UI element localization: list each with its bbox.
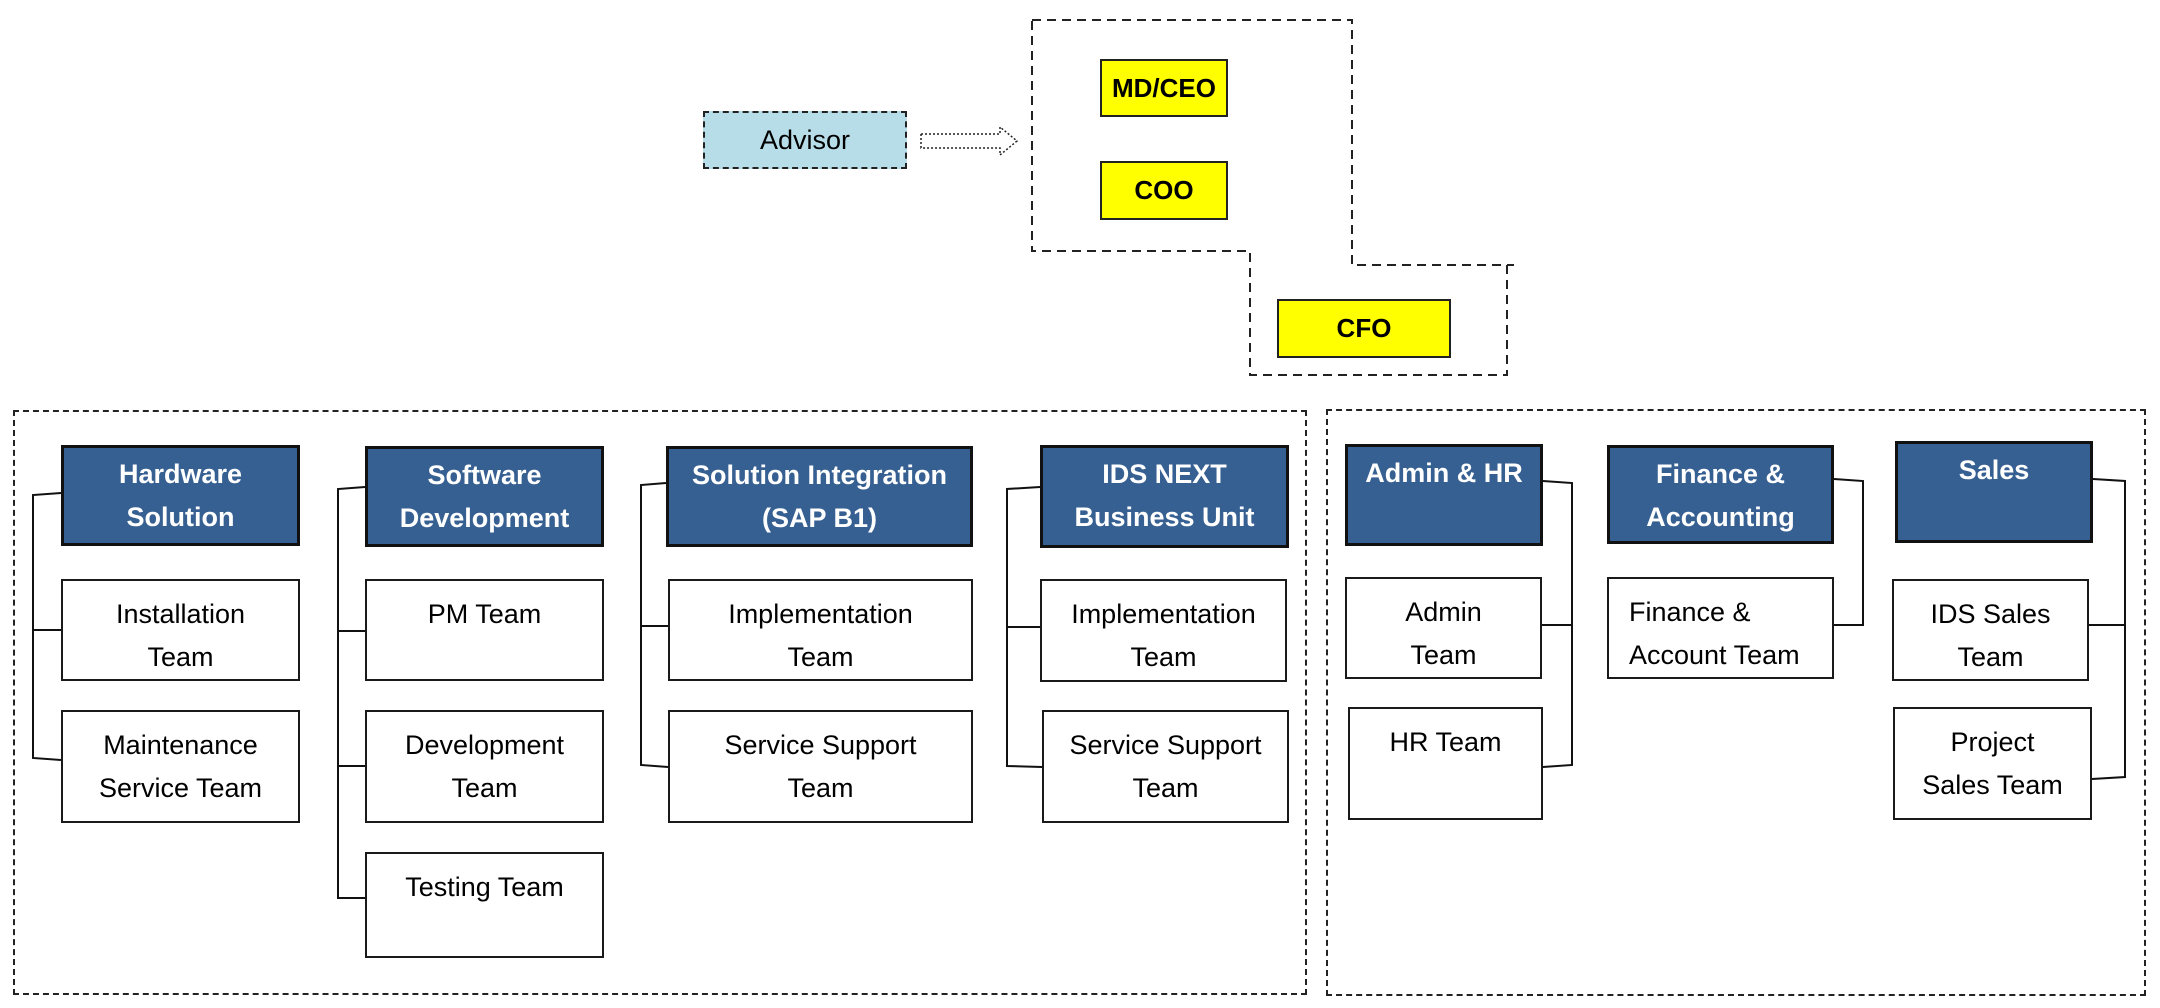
team-project-sales[interactable]: Project Sales Team — [1893, 707, 2092, 820]
team-label: Project Sales Team — [1922, 727, 2063, 800]
team-label: Service Support Team — [1069, 730, 1262, 803]
team-ids-service-support[interactable]: Service Support Team — [1042, 710, 1289, 823]
team-maintenance-service[interactable]: Maintenance Service Team — [61, 710, 300, 823]
team-installation[interactable]: Installation Team — [61, 579, 300, 681]
team-label: HR Team — [1389, 727, 1502, 757]
advisor-box[interactable]: Advisor — [703, 111, 907, 169]
team-sap-service-support[interactable]: Service Support Team — [668, 710, 973, 823]
dept-header-label: Solution Integration (SAP B1) — [692, 460, 947, 533]
team-admin[interactable]: Admin Team — [1345, 577, 1542, 679]
cfo-box[interactable]: CFO — [1277, 299, 1451, 358]
coo-label: COO — [1134, 175, 1194, 205]
team-label: Testing Team — [405, 872, 564, 902]
team-label: Development Team — [404, 730, 565, 803]
advisor-label: Advisor — [759, 124, 851, 155]
team-label: Finance & Account Team — [1629, 597, 1800, 670]
dept-header-admin-hr[interactable]: Admin & HR — [1345, 444, 1543, 546]
team-label: Service Support Team — [724, 730, 917, 803]
team-label: Installation Team — [115, 599, 246, 672]
md-ceo-box[interactable]: MD/CEO — [1100, 59, 1228, 117]
dept-header-label: Finance & Accounting — [1646, 459, 1795, 532]
team-hr[interactable]: HR Team — [1348, 707, 1543, 820]
team-ids-implementation[interactable]: Implementation Team — [1040, 579, 1287, 682]
dept-header-label: IDS NEXT Business Unit — [1074, 459, 1255, 532]
team-testing[interactable]: Testing Team — [365, 852, 604, 958]
team-label: PM Team — [427, 599, 542, 629]
dept-header-finance-accounting[interactable]: Finance & Accounting — [1607, 445, 1834, 544]
team-sap-implementation[interactable]: Implementation Team — [668, 579, 973, 681]
dept-header-sales[interactable]: Sales — [1895, 441, 2093, 543]
md-ceo-label: MD/CEO — [1112, 72, 1216, 103]
dept-header-label: Sales — [1958, 455, 2030, 485]
team-pm[interactable]: PM Team — [365, 579, 604, 681]
team-finance-account[interactable]: Finance & Account Team — [1607, 577, 1834, 679]
dept-header-solution-integration[interactable]: Solution Integration (SAP B1) — [666, 446, 973, 547]
dept-header-label: Software Development — [399, 460, 570, 533]
advisor-arrow-icon — [920, 125, 1019, 157]
dept-header-label: Admin & HR — [1365, 458, 1523, 488]
cfo-label: CFO — [1336, 313, 1392, 343]
dept-header-label: Hardware Solution — [118, 459, 243, 532]
team-development[interactable]: Development Team — [365, 710, 604, 823]
dept-header-ids-next[interactable]: IDS NEXT Business Unit — [1040, 445, 1289, 548]
dept-header-software-development[interactable]: Software Development — [365, 446, 604, 547]
coo-box[interactable]: COO — [1100, 161, 1228, 220]
team-ids-sales[interactable]: IDS Sales Team — [1892, 579, 2089, 681]
team-label: IDS Sales Team — [1930, 599, 2051, 672]
team-label: Admin Team — [1405, 597, 1482, 670]
team-label: Implementation Team — [728, 599, 913, 672]
team-label: Implementation Team — [1071, 599, 1256, 672]
team-label: Maintenance Service Team — [98, 730, 263, 803]
dept-header-hardware-solution[interactable]: Hardware Solution — [61, 445, 300, 546]
